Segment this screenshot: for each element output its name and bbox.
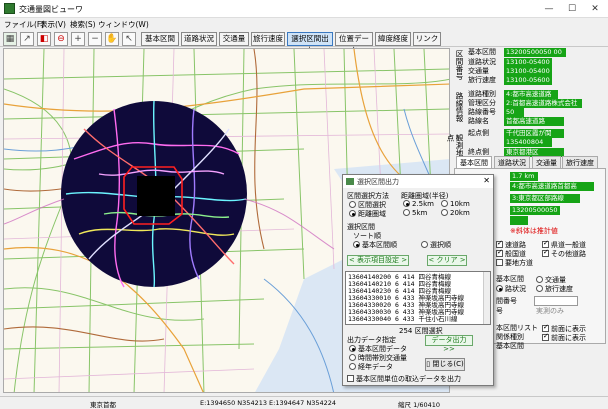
tab-road-status[interactable]: 道路状況: [494, 156, 530, 168]
layer-icon[interactable]: ◧: [37, 32, 51, 46]
row-key: 起点側: [468, 129, 489, 137]
section-label-section-number: 区間番号: [455, 50, 464, 80]
method-radio-distance[interactable]: 距離圏域: [349, 209, 386, 219]
arrow-pointer-icon[interactable]: ↖: [122, 32, 136, 46]
toolbar-position-data[interactable]: 位置データ: [335, 32, 373, 55]
output-yearly-data[interactable]: 経年データ: [349, 362, 393, 372]
row-key: 交通量: [468, 67, 489, 75]
toolbar-link[interactable]: リンク: [413, 32, 441, 46]
bottom-label: 基本区間: [496, 342, 524, 350]
toolbar-basic-section[interactable]: 基本区間: [141, 32, 179, 46]
row-key: 基本区間: [468, 48, 496, 56]
stop-icon[interactable]: ⊖: [54, 32, 68, 46]
close-door-icon: ▯: [426, 360, 431, 368]
arrow-icon[interactable]: ↗: [20, 32, 34, 46]
radius-20km[interactable]: 20km: [441, 209, 470, 217]
row-key: 道路種別: [468, 90, 496, 98]
row-value: 13200500050 00: [504, 48, 566, 57]
display-settings-button[interactable]: < 表示項目設定 >: [347, 255, 409, 266]
close-icon[interactable]: ✕: [584, 2, 606, 16]
row-value: 2:首都高速道路株式会社: [504, 99, 582, 108]
row-key: 道路状況: [468, 58, 496, 66]
toolbar: ▦ ↗ ◧ ⊖ + − ✋ ↖ 基本区間 道路状況 交通量 旅行速度 選択区間出…: [0, 31, 608, 55]
clear-button[interactable]: < クリア >: [427, 255, 467, 266]
row-value: 13100-05400: [504, 67, 552, 76]
status-area: 東京首都: [90, 401, 116, 409]
tab-traffic-volume[interactable]: 交通量: [532, 156, 561, 168]
status-scale: 縮尺 1/60410: [398, 401, 441, 409]
dialog-title-bar: 選択区間出力 ✕: [343, 175, 493, 188]
tab-basic-section[interactable]: 基本区間: [456, 156, 492, 168]
row-value: 135400804: [504, 138, 552, 147]
detail-value: 4:都市高速道路首都高: [510, 182, 594, 191]
section-listbox[interactable]: 13604140200 6 414 四谷青梅線 13604140210 6 41…: [345, 271, 491, 325]
row-key: 旅行速度: [468, 76, 496, 84]
row-value: 50: [504, 108, 524, 117]
output-intake-checkbox[interactable]: 基本区間単位の取込データを出力: [347, 374, 461, 384]
sort-basic-section[interactable]: 基本区間順: [353, 240, 397, 250]
zoom-out-icon[interactable]: −: [88, 32, 102, 46]
bottom-label: 関係種別: [496, 333, 524, 341]
radius-2-5km[interactable]: 2.5km: [403, 200, 434, 208]
row-value: 13100-05600: [504, 76, 552, 85]
bottom-label: 本区間リスト: [496, 324, 538, 332]
menu-window[interactable]: ウィンドウ(W): [98, 19, 149, 30]
title-bar: 交通量図ビューワ — ☐ ✕: [0, 0, 608, 18]
section-label-route: 路線情報: [455, 92, 464, 122]
detail-value: 3:東京都区部路線: [510, 194, 580, 203]
detail-value: [510, 216, 528, 225]
radius-5km[interactable]: 5km: [403, 209, 427, 217]
field-label-number: 間番号: [496, 297, 517, 305]
radio-road-status[interactable]: 路状況: [496, 284, 526, 294]
dialog-icon: [346, 178, 354, 185]
menu-search[interactable]: 検索(S): [70, 19, 96, 30]
road-check-major-local[interactable]: 要地方道: [496, 258, 533, 268]
close-dialog-button[interactable]: ▯ 閉じる(C): [425, 358, 465, 371]
row-key: 路線名: [468, 117, 489, 125]
radius-10km[interactable]: 10km: [441, 200, 470, 208]
list-scrollbar[interactable]: [483, 272, 490, 324]
maximize-icon[interactable]: ☐: [561, 2, 583, 16]
dialog-close-icon[interactable]: ✕: [483, 176, 490, 185]
status-bar: 東京首都 E:1394650 N354213 E:1394647 N354224…: [0, 396, 608, 409]
palace-area: [137, 176, 175, 216]
tab-travel-speed[interactable]: 旅行速度: [562, 156, 598, 168]
radio-section-label: 基本区間: [496, 275, 524, 283]
toolbar-lat-lon[interactable]: 緯度経度: [375, 32, 411, 46]
menu-view[interactable]: 表示(V): [40, 19, 66, 30]
toolbar-travel-speed[interactable]: 旅行速度: [251, 32, 285, 46]
selected-output-dialog: 選択区間出力 ✕ 区間選択方法 区間選択 距離圏域 距離圏域(半径) 2.5km…: [342, 174, 494, 386]
row-value: 千代田区霞が関: [504, 129, 564, 138]
data-output-button[interactable]: データ出力 >>: [425, 335, 473, 353]
row-value: 首都高速道路: [504, 117, 564, 126]
section-number-input[interactable]: [534, 296, 578, 306]
list-item[interactable]: 13604330040 6 433 千住小石川線: [348, 315, 457, 323]
front-display-check-2[interactable]: 前面に表示: [542, 332, 586, 343]
hand-pan-icon[interactable]: ✋: [105, 32, 119, 46]
dialog-title: 選択区間出力: [357, 178, 399, 186]
estimate-note: ※斜体は推計値: [510, 227, 558, 235]
row-key: 路線番号: [468, 108, 496, 116]
field-label-no: 号: [496, 307, 503, 315]
radio-travel-speed[interactable]: 旅行速度: [536, 284, 573, 294]
detail-value: 13200500050: [510, 206, 560, 215]
status-coords: E:1394650 N354213 E:1394647 N354224: [200, 399, 337, 407]
measured-only-value: 実測のみ: [536, 307, 564, 315]
toolbar-traffic-volume[interactable]: 交通量: [219, 32, 249, 46]
map-open-icon[interactable]: ▦: [3, 32, 17, 46]
toolbar-selected-output[interactable]: 選択区間出力: [287, 32, 333, 55]
minimize-icon[interactable]: —: [538, 2, 560, 16]
menu-file[interactable]: ファイル(F): [4, 19, 44, 30]
row-value: 4:都市高速道路: [504, 90, 558, 99]
app-icon: [4, 3, 15, 14]
detail-value: 1.7 km: [510, 172, 538, 181]
window-title: 交通量図ビューワ: [19, 5, 83, 14]
zoom-in-icon[interactable]: +: [71, 32, 85, 46]
sort-selection-order[interactable]: 選択順: [421, 240, 451, 250]
road-check-other[interactable]: その他道路: [542, 248, 586, 259]
row-key: 管理区分: [468, 99, 496, 107]
row-value: 13100-05400: [504, 58, 552, 67]
toolbar-road-status[interactable]: 道路状況: [181, 32, 217, 46]
menu-bar: ファイル(F) 表示(V) 検索(S) ウィンドウ(W): [0, 18, 608, 31]
